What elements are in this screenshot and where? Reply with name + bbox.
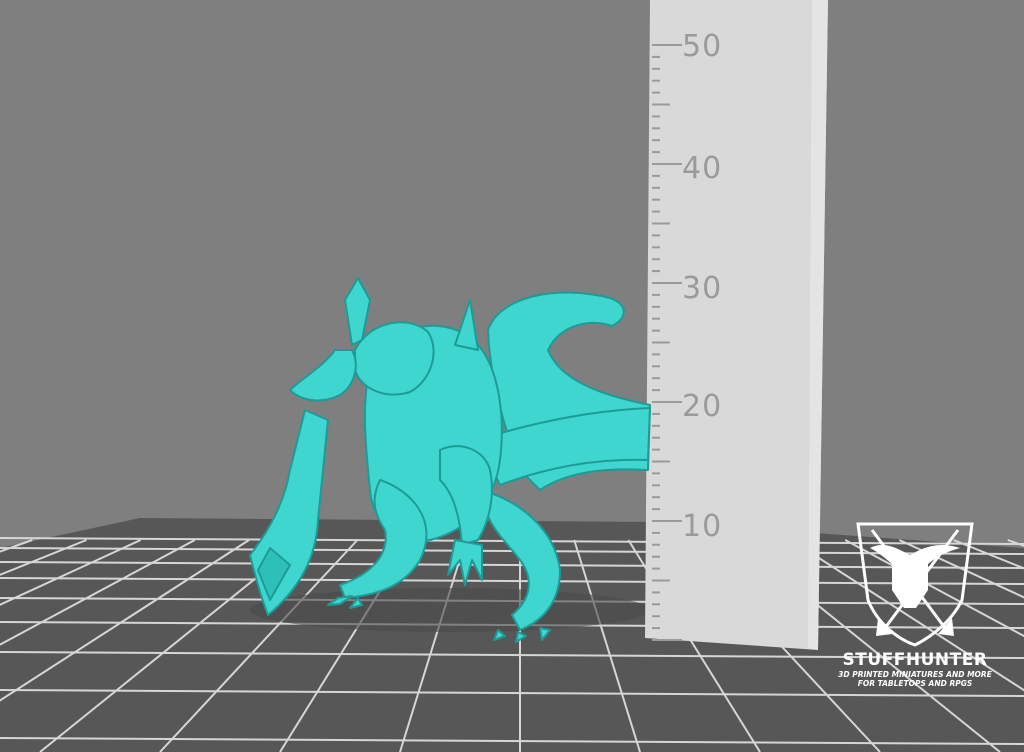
- build-plate: [0, 518, 1024, 752]
- watermark-tagline-line1: 3D PRINTED MINIATURES AND MORE: [838, 670, 992, 679]
- watermark-tagline-line2: FOR TABLETOPS AND RPGS: [857, 679, 973, 688]
- scene-canvas: 50 40 30 20 10: [0, 0, 1024, 752]
- viewport-3d[interactable]: 50 40 30 20 10 STUFFHUNTER 3D PRINTED MI…: [0, 0, 1024, 752]
- ruler-label-50: 50: [682, 29, 722, 64]
- model-shadow: [250, 588, 650, 632]
- watermark-name: STUFFHUNTER: [842, 650, 988, 670]
- watermark-tagline: 3D PRINTED MINIATURES AND MORE FOR TABLE…: [824, 670, 1006, 688]
- ruler-label-10: 10: [682, 509, 722, 544]
- ruler-label-40: 40: [682, 151, 722, 186]
- ruler-label-20: 20: [682, 389, 722, 424]
- scale-ruler: 50 40 30 20 10: [645, 0, 828, 650]
- ruler-label-30: 30: [682, 271, 722, 306]
